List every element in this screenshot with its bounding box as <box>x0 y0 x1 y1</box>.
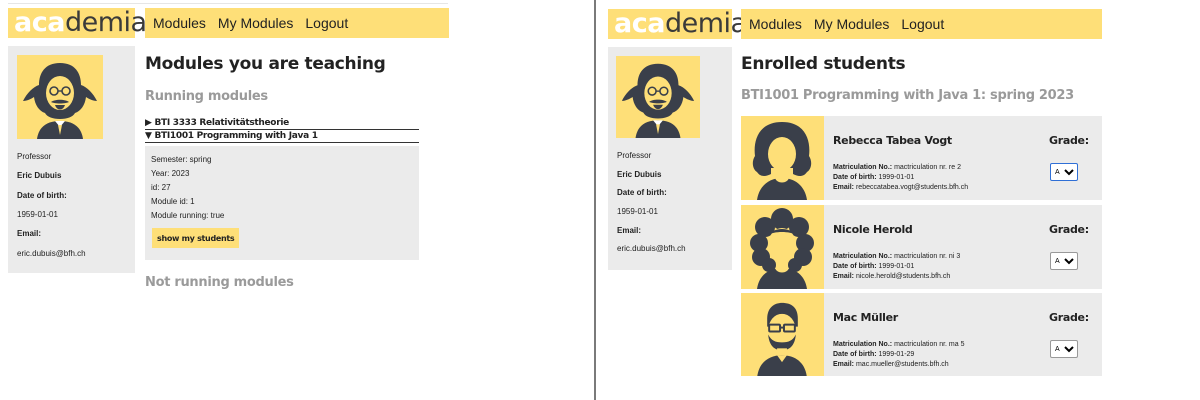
grade-label: Grade: <box>1049 311 1089 324</box>
nav-logout-link[interactable]: Logout <box>305 15 348 31</box>
student-matriculation: Matriculation No.: mactriculation nr. ma… <box>833 341 965 348</box>
screenshot-divider <box>594 0 596 400</box>
student-matriculation: Matriculation No.: mactriculation nr. re… <box>833 164 961 171</box>
email-label: Email: <box>833 273 855 280</box>
student-email: Email: mac.mueller@students.bfh.ch <box>833 361 949 368</box>
email-value: nicole.herold@students.bfh.ch <box>855 273 951 280</box>
matriculation-label: Matriculation No.: <box>833 253 893 260</box>
student-name: Mac Müller <box>833 311 898 324</box>
profile-email-label: Email: <box>17 229 42 238</box>
student-avatar <box>741 116 824 200</box>
matriculation-label: Matriculation No.: <box>833 341 893 348</box>
student-avatar <box>741 293 824 376</box>
dob-value: 1999-01-01 <box>878 263 915 270</box>
student-matriculation: Matriculation No.: mactriculation nr. ni… <box>833 253 960 260</box>
module-divider <box>145 142 419 143</box>
module-year: Year: 2023 <box>151 169 190 178</box>
running-modules-heading: Running modules <box>145 89 268 104</box>
module-semester: Semester: spring <box>151 155 212 164</box>
module-summary-java[interactable]: ▼ BTI1001 Programming with Java 1 <box>145 131 318 141</box>
logo-part-1: aca <box>14 7 65 38</box>
profile-sidebar: Professor Eric Dubuis Date of birth: 195… <box>608 47 732 270</box>
grade-label: Grade: <box>1049 223 1089 236</box>
email-value: rebeccatabea.vogt@students.bfh.ch <box>855 184 969 191</box>
matriculation-label: Matriculation No.: <box>833 164 893 171</box>
email-label: Email: <box>833 361 855 368</box>
student-name: Nicole Herold <box>833 223 913 236</box>
profile-dob: 1959-01-01 <box>617 207 658 216</box>
module-details: Semester: spring Year: 2023 id: 27 Modul… <box>145 146 419 260</box>
show-my-students-button[interactable]: show my students <box>152 228 240 248</box>
student-name: Rebecca Tabea Vogt <box>833 134 952 147</box>
collapsed-triangle-icon: ▶ <box>145 118 152 128</box>
profile-role: Professor <box>617 151 652 160</box>
profile-sidebar: Professor Eric Dubuis Date of birth: 195… <box>8 46 135 273</box>
profile-email: eric.dubuis@bfh.ch <box>17 249 86 258</box>
top-nav: Modules My Modules Logout <box>145 8 449 38</box>
not-running-modules-heading: Not running modules <box>145 275 294 290</box>
logo-part-1: aca <box>614 8 665 39</box>
dob-label: Date of birth: <box>833 263 877 270</box>
module-id: id: 27 <box>151 183 171 192</box>
profile-name: Eric Dubuis <box>17 171 62 180</box>
female-avatar-icon <box>741 116 824 200</box>
curly-hair-avatar-icon <box>741 205 824 289</box>
logo-part-2: demia <box>64 7 147 38</box>
male-avatar-icon <box>741 293 824 376</box>
logo-part-2: demia <box>664 8 747 39</box>
dob-value: 1999-01-29 <box>878 351 915 358</box>
grade-select[interactable]: A <box>1050 163 1078 181</box>
nav-modules-link[interactable]: Modules <box>153 15 206 31</box>
module-module-id: Module id: 1 <box>151 197 195 206</box>
student-email: Email: rebeccatabea.vogt@students.bfh.ch <box>833 184 968 191</box>
nav-logout-link[interactable]: Logout <box>901 16 944 32</box>
module-subtitle: BTI1001 Programming with Java 1: spring … <box>741 88 1074 103</box>
grade-label: Grade: <box>1049 134 1089 147</box>
academia-logo[interactable]: academia <box>8 7 147 38</box>
grade-select[interactable]: A <box>1050 252 1078 270</box>
academia-logo[interactable]: academia <box>608 8 747 39</box>
student-card: Rebecca Tabea Vogt Grade: Matriculation … <box>741 116 1102 200</box>
student-dob: Date of birth: 1999-01-29 <box>833 351 914 358</box>
profile-email-label: Email: <box>617 226 642 235</box>
professor-avatar <box>17 55 103 139</box>
profile-name: Eric Dubuis <box>617 170 662 179</box>
email-label: Email: <box>833 184 855 191</box>
profile-email: eric.dubuis@bfh.ch <box>617 244 686 253</box>
module-divider <box>145 129 419 130</box>
nav-my-modules-link[interactable]: My Modules <box>218 15 293 31</box>
matriculation-value: mactriculation nr. re 2 <box>894 164 961 171</box>
nav-modules-link[interactable]: Modules <box>749 16 802 32</box>
page-title: Enrolled students <box>741 54 906 74</box>
profile-dob-label: Date of birth: <box>17 191 67 200</box>
top-rule <box>8 3 448 4</box>
module-summary-relativity[interactable]: ▶ BTI 3333 Relativitätstheorie <box>145 118 289 128</box>
matriculation-value: mactriculation nr. ni 3 <box>894 253 961 260</box>
professor-avatar <box>616 56 700 138</box>
student-avatar <box>741 205 824 289</box>
profile-role: Professor <box>17 152 52 161</box>
dob-label: Date of birth: <box>833 351 877 358</box>
student-dob: Date of birth: 1999-01-01 <box>833 174 914 181</box>
professor-avatar-icon <box>616 56 700 138</box>
email-value: mac.mueller@students.bfh.ch <box>855 361 949 368</box>
professor-avatar-icon <box>17 55 103 139</box>
matriculation-value: mactriculation nr. ma 5 <box>894 341 965 348</box>
dob-label: Date of birth: <box>833 174 877 181</box>
student-card: Mac Müller Grade: Matriculation No.: mac… <box>741 293 1102 376</box>
top-nav: Modules My Modules Logout <box>741 9 1102 39</box>
student-email: Email: nicole.herold@students.bfh.ch <box>833 273 950 280</box>
module-label: BTI1001 Programming with Java 1 <box>154 131 318 141</box>
expanded-triangle-icon: ▼ <box>145 131 152 141</box>
profile-dob: 1959-01-01 <box>17 210 58 219</box>
student-card: Nicole Herold Grade: Matriculation No.: … <box>741 205 1102 289</box>
nav-my-modules-link[interactable]: My Modules <box>814 16 889 32</box>
dob-value: 1999-01-01 <box>878 174 915 181</box>
module-running: Module running: true <box>151 211 225 220</box>
profile-dob-label: Date of birth: <box>617 188 667 197</box>
page-title: Modules you are teaching <box>145 54 386 74</box>
module-label: BTI 3333 Relativitätstheorie <box>154 118 289 128</box>
student-dob: Date of birth: 1999-01-01 <box>833 263 914 270</box>
grade-select[interactable]: A <box>1050 340 1078 358</box>
